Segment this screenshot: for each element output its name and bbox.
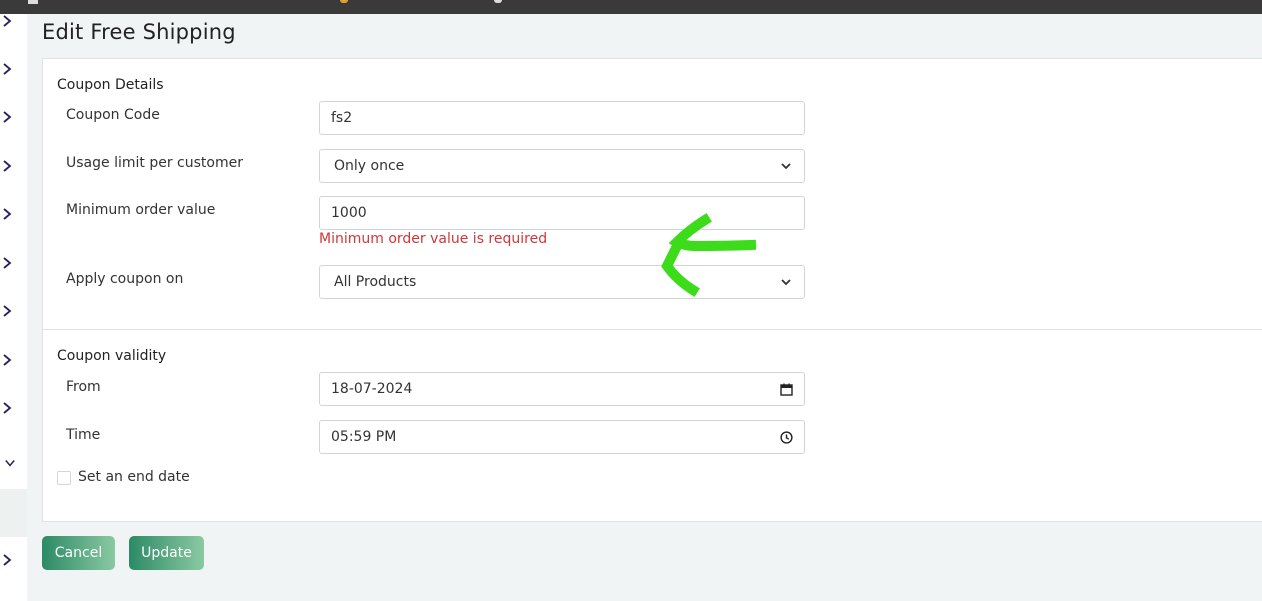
- coupon-code-input[interactable]: fs2: [319, 101, 805, 135]
- chevron-right-icon[interactable]: [0, 353, 14, 367]
- chevron-down-icon: [776, 156, 796, 176]
- chevron-right-icon[interactable]: [0, 304, 14, 318]
- chevron-down-icon: [776, 272, 796, 292]
- chevron-right-icon[interactable]: [0, 553, 14, 567]
- chevron-right-icon[interactable]: [0, 207, 14, 221]
- chevron-right-icon[interactable]: [0, 14, 14, 28]
- chevron-right-icon[interactable]: [0, 159, 14, 173]
- usage-limit-select[interactable]: Only once: [319, 149, 805, 183]
- coupon-code-value: fs2: [331, 110, 353, 126]
- chevron-right-icon[interactable]: [0, 110, 14, 124]
- chevron-right-icon[interactable]: [0, 62, 14, 76]
- annotation-arrow-icon: [661, 213, 757, 297]
- time-label: Time: [66, 427, 101, 443]
- update-button[interactable]: Update: [129, 536, 204, 570]
- apply-on-label: Apply coupon on: [66, 271, 184, 287]
- end-date-label: Set an end date: [78, 469, 190, 485]
- page-title: Edit Free Shipping: [42, 20, 236, 44]
- from-date-value: 18-07-2024: [331, 381, 413, 397]
- cancel-button[interactable]: Cancel: [42, 536, 115, 570]
- end-date-checkbox[interactable]: [57, 471, 71, 485]
- browser-top-bar: [0, 0, 1262, 14]
- sidebar: [0, 14, 27, 601]
- clock-icon[interactable]: [776, 427, 796, 447]
- usage-limit-value: Only once: [334, 158, 405, 174]
- section-title: Coupon Details: [57, 77, 164, 93]
- tab-icon: [28, 0, 38, 4]
- tab-indicator-icon: [494, 0, 502, 3]
- sidebar-active-item[interactable]: [0, 489, 27, 537]
- calendar-icon[interactable]: [776, 379, 796, 399]
- chevron-right-icon[interactable]: [0, 401, 14, 415]
- chevron-down-icon[interactable]: [3, 456, 17, 470]
- section-title: Coupon validity: [57, 348, 167, 364]
- from-date-input[interactable]: 18-07-2024: [319, 372, 805, 406]
- coupon-details-card: Coupon Details Coupon Code fs2 Usage lim…: [42, 58, 1262, 330]
- tab-indicator-icon: [340, 0, 348, 3]
- from-label: From: [66, 379, 101, 395]
- time-value: 05:59 PM: [331, 429, 397, 445]
- chevron-right-icon[interactable]: [0, 256, 14, 270]
- coupon-code-label: Coupon Code: [66, 107, 160, 123]
- min-order-label: Minimum order value: [66, 202, 216, 218]
- time-input[interactable]: 05:59 PM: [319, 420, 805, 454]
- usage-limit-label: Usage limit per customer: [66, 155, 243, 171]
- min-order-error: Minimum order value is required: [319, 231, 548, 247]
- coupon-validity-card: Coupon validity From 18-07-2024 Time 05:…: [42, 329, 1262, 522]
